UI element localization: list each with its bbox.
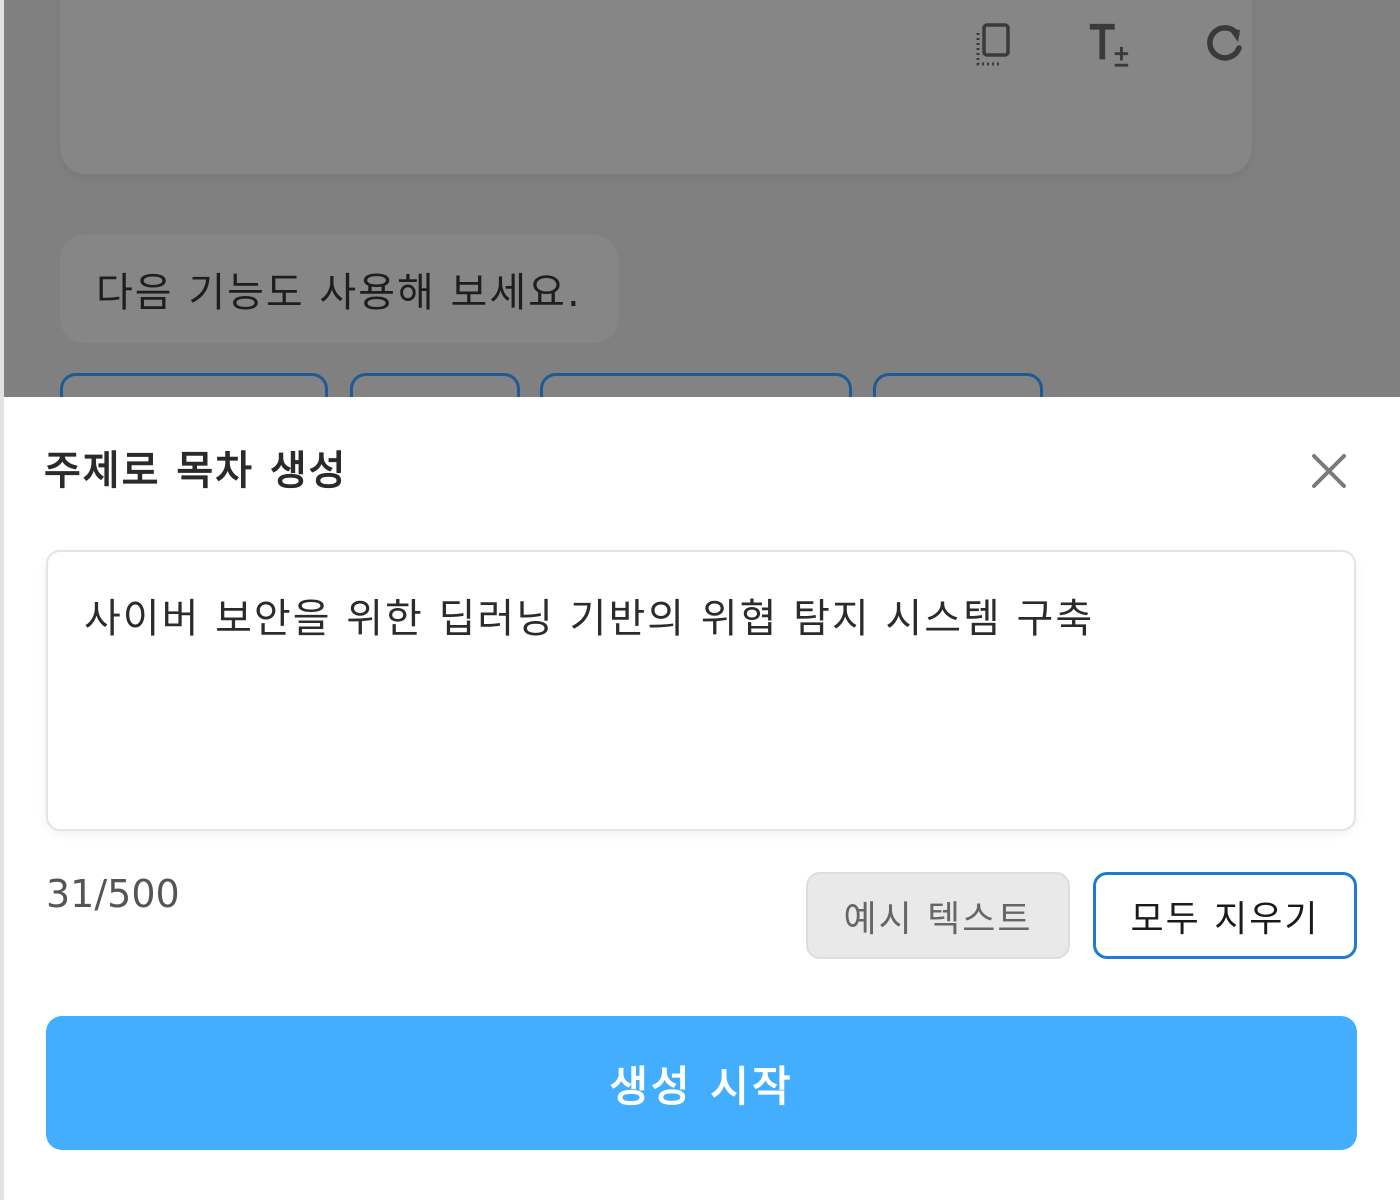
- feature-chip-row: [0, 373, 1400, 397]
- card-toolbar: [970, 22, 1248, 68]
- suggestion-text: 다음 기능도 사용해 보세요.: [96, 270, 582, 316]
- feature-chip[interactable]: [60, 373, 328, 397]
- dimmed-background: 다음 기능도 사용해 보세요.: [0, 0, 1400, 397]
- feature-chip[interactable]: [873, 373, 1043, 397]
- refresh-icon[interactable]: [1202, 22, 1248, 68]
- close-button[interactable]: [1306, 448, 1352, 494]
- topic-input-box: 사이버 보안을 위한 딥러닝 기반의 위협 탐지 시스템 구축: [46, 550, 1356, 831]
- topic-input[interactable]: 사이버 보안을 위한 딥러닝 기반의 위협 탐지 시스템 구축: [50, 554, 1352, 827]
- character-count: 31/500: [46, 872, 180, 916]
- start-generate-button[interactable]: 생성 시작: [46, 1016, 1357, 1150]
- clear-all-button[interactable]: 모두 지우기: [1093, 872, 1357, 959]
- copy-icon[interactable]: [970, 22, 1016, 68]
- example-text-button[interactable]: 예시 텍스트: [806, 872, 1070, 959]
- sheet-title: 주제로 목차 생성: [44, 448, 348, 494]
- feature-chip[interactable]: [540, 373, 852, 397]
- result-card: [60, 0, 1252, 174]
- feature-chip[interactable]: [350, 373, 520, 397]
- window-edge: [0, 0, 4, 1200]
- close-icon: [1312, 454, 1346, 488]
- text-size-icon[interactable]: [1086, 22, 1132, 68]
- suggestion-bubble: 다음 기능도 사용해 보세요.: [60, 235, 618, 343]
